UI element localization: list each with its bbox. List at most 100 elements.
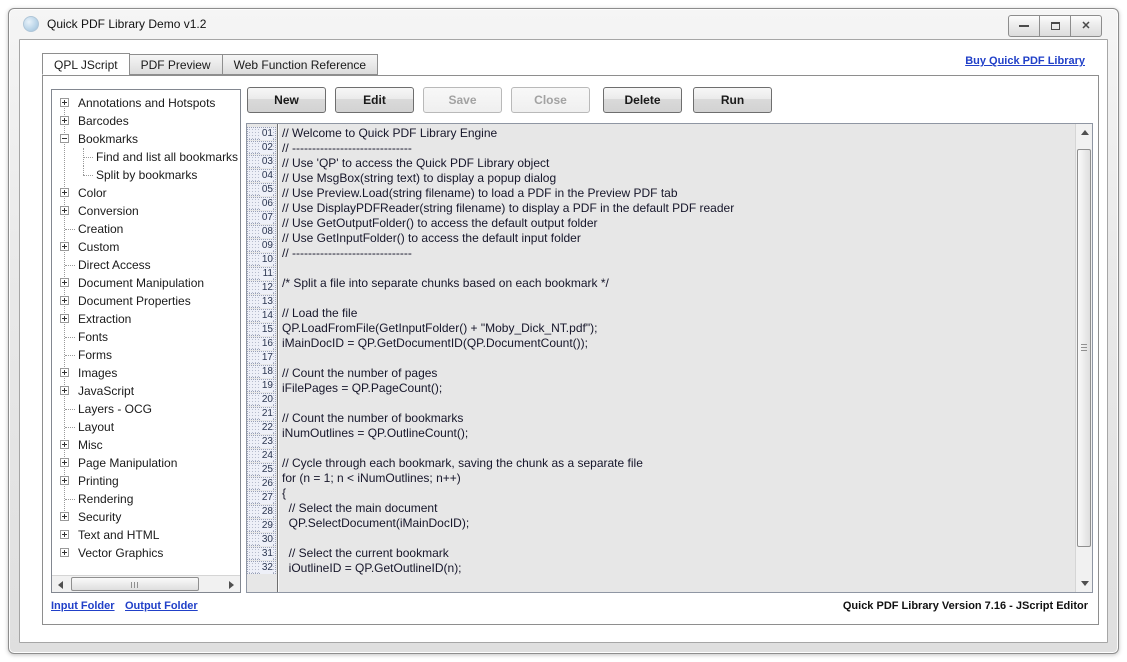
tab-qpl-jscript[interactable]: QPL JScript	[42, 53, 130, 75]
scroll-down-button[interactable]	[1076, 575, 1093, 592]
script-editor[interactable]: 0102030405060708091011121314151617181920…	[246, 123, 1093, 593]
code-line: for (n = 1; n < iNumOutlines; n++)	[282, 471, 1075, 486]
expand-icon[interactable]	[60, 440, 69, 449]
tree-item-images[interactable]: Images	[52, 364, 240, 382]
expand-icon[interactable]	[60, 368, 69, 377]
tree-item-creation[interactable]: Creation	[52, 220, 240, 238]
tree-item-fonts[interactable]: Fonts	[52, 328, 240, 346]
tree-item-page-manipulation[interactable]: Page Manipulation	[52, 454, 240, 472]
line-number: 08	[247, 225, 276, 238]
expand-icon[interactable]	[60, 206, 69, 215]
code-line: iOutlineID = QP.GetOutlineID(n);	[282, 561, 1075, 576]
code-line: // Count the number of pages	[282, 366, 1075, 381]
edit-button[interactable]: Edit	[335, 87, 414, 113]
delete-button[interactable]: Delete	[603, 87, 682, 113]
scrollbar-thumb[interactable]	[71, 577, 199, 591]
tree-item-javascript[interactable]: JavaScript	[52, 382, 240, 400]
code-line: iMainDocID = QP.GetDocumentID(QP.Documen…	[282, 336, 1075, 351]
run-button[interactable]: Run	[693, 87, 772, 113]
line-number: 28	[247, 505, 276, 518]
maximize-button[interactable]	[1039, 15, 1071, 37]
tree-item-document-manipulation[interactable]: Document Manipulation	[52, 274, 240, 292]
code-line	[282, 351, 1075, 366]
line-number-gutter: 0102030405060708091011121314151617181920…	[247, 124, 278, 592]
expand-icon[interactable]	[60, 278, 69, 287]
expand-icon[interactable]	[60, 188, 69, 197]
tree-item-color[interactable]: Color	[52, 184, 240, 202]
tree-item-extraction[interactable]: Extraction	[52, 310, 240, 328]
tree-item-label: Layers - OCG	[78, 400, 152, 418]
tree-item-forms[interactable]: Forms	[52, 346, 240, 364]
code-line: // Use GetOutputFolder() to access the d…	[282, 216, 1075, 231]
tab-pdf-preview[interactable]: PDF Preview	[129, 54, 223, 75]
tree-item-text-and-html[interactable]: Text and HTML	[52, 526, 240, 544]
tree-item-vector-graphics[interactable]: Vector Graphics	[52, 544, 240, 562]
maximize-icon	[1051, 22, 1060, 30]
expand-icon[interactable]	[60, 116, 69, 125]
tree-item-misc[interactable]: Misc	[52, 436, 240, 454]
tree-item-conversion[interactable]: Conversion	[52, 202, 240, 220]
tree-item-label: Direct Access	[78, 256, 151, 274]
window-frame: Quick PDF Library Demo v1.2 ✕ QPL JScrip…	[8, 8, 1119, 654]
line-number: 16	[247, 337, 276, 350]
minimize-button[interactable]	[1008, 15, 1040, 37]
tree-item-custom[interactable]: Custom	[52, 238, 240, 256]
expand-icon[interactable]	[60, 458, 69, 467]
tab-bar: QPL JScriptPDF PreviewWeb Function Refer…	[42, 54, 377, 76]
tree-item-direct-access[interactable]: Direct Access	[52, 256, 240, 274]
tree-item-printing[interactable]: Printing	[52, 472, 240, 490]
tree-connector	[65, 265, 75, 266]
expand-icon[interactable]	[60, 314, 69, 323]
expand-icon[interactable]	[60, 548, 69, 557]
code-line: // Use 'QP' to access the Quick PDF Libr…	[282, 156, 1075, 171]
tree-item-layers-ocg[interactable]: Layers - OCG	[52, 400, 240, 418]
editor-vertical-scrollbar[interactable]	[1075, 124, 1092, 592]
expand-icon[interactable]	[60, 512, 69, 521]
expand-icon[interactable]	[60, 386, 69, 395]
expand-icon[interactable]	[60, 296, 69, 305]
tree-horizontal-scrollbar[interactable]	[52, 575, 240, 592]
tree-connector	[65, 337, 75, 338]
new-button[interactable]: New	[247, 87, 326, 113]
scrollbar-thumb[interactable]	[1077, 149, 1091, 547]
line-number: 32	[247, 561, 276, 574]
code-line	[282, 396, 1075, 411]
tree-item-document-properties[interactable]: Document Properties	[52, 292, 240, 310]
tab-page: Annotations and HotspotsBarcodesBookmark…	[42, 75, 1099, 625]
expand-icon[interactable]	[60, 530, 69, 539]
tree-item-split-by-bookmarks[interactable]: Split by bookmarks	[52, 166, 240, 184]
scroll-right-button[interactable]	[223, 576, 240, 593]
expand-icon[interactable]	[60, 242, 69, 251]
code-line	[282, 531, 1075, 546]
code-line: // ------------------------------	[282, 141, 1075, 156]
tree-item-barcodes[interactable]: Barcodes	[52, 112, 240, 130]
tree-item-label: Forms	[78, 346, 112, 364]
scroll-left-icon	[58, 581, 63, 589]
tree-item-label: Extraction	[78, 310, 131, 328]
tree-item-annotations-and-hotspots[interactable]: Annotations and Hotspots	[52, 94, 240, 112]
tree-item-security[interactable]: Security	[52, 508, 240, 526]
close-button: Close	[511, 87, 590, 113]
tree-item-rendering[interactable]: Rendering	[52, 490, 240, 508]
tree-item-bookmarks[interactable]: Bookmarks	[52, 130, 240, 148]
line-number: 10	[247, 253, 276, 266]
tab-web-function-reference[interactable]: Web Function Reference	[222, 54, 379, 75]
code-area[interactable]: // Welcome to Quick PDF Library Engine//…	[282, 124, 1075, 592]
tree-item-label: Document Manipulation	[78, 274, 204, 292]
close-button[interactable]: ✕	[1070, 15, 1102, 37]
code-line: // Use Preview.Load(string filename) to …	[282, 186, 1075, 201]
expand-icon[interactable]	[60, 476, 69, 485]
scroll-left-button[interactable]	[52, 576, 69, 593]
buy-quick-pdf-library-link[interactable]: Buy Quick PDF Library	[965, 55, 1085, 67]
expand-icon[interactable]	[60, 98, 69, 107]
code-line: // Get the destination page number	[282, 591, 1075, 592]
output-folder-link[interactable]: Output Folder	[125, 600, 198, 612]
input-folder-link[interactable]: Input Folder	[51, 600, 115, 612]
code-line	[282, 576, 1075, 591]
tree-item-layout[interactable]: Layout	[52, 418, 240, 436]
title-bar[interactable]: Quick PDF Library Demo v1.2 ✕	[9, 9, 1118, 39]
scroll-up-button[interactable]	[1076, 124, 1093, 141]
tree-item-find-and-list-all-bookmarks[interactable]: Find and list all bookmarks	[52, 148, 240, 166]
collapse-icon[interactable]	[60, 134, 69, 143]
code-line: // Use GetInputFolder() to access the de…	[282, 231, 1075, 246]
